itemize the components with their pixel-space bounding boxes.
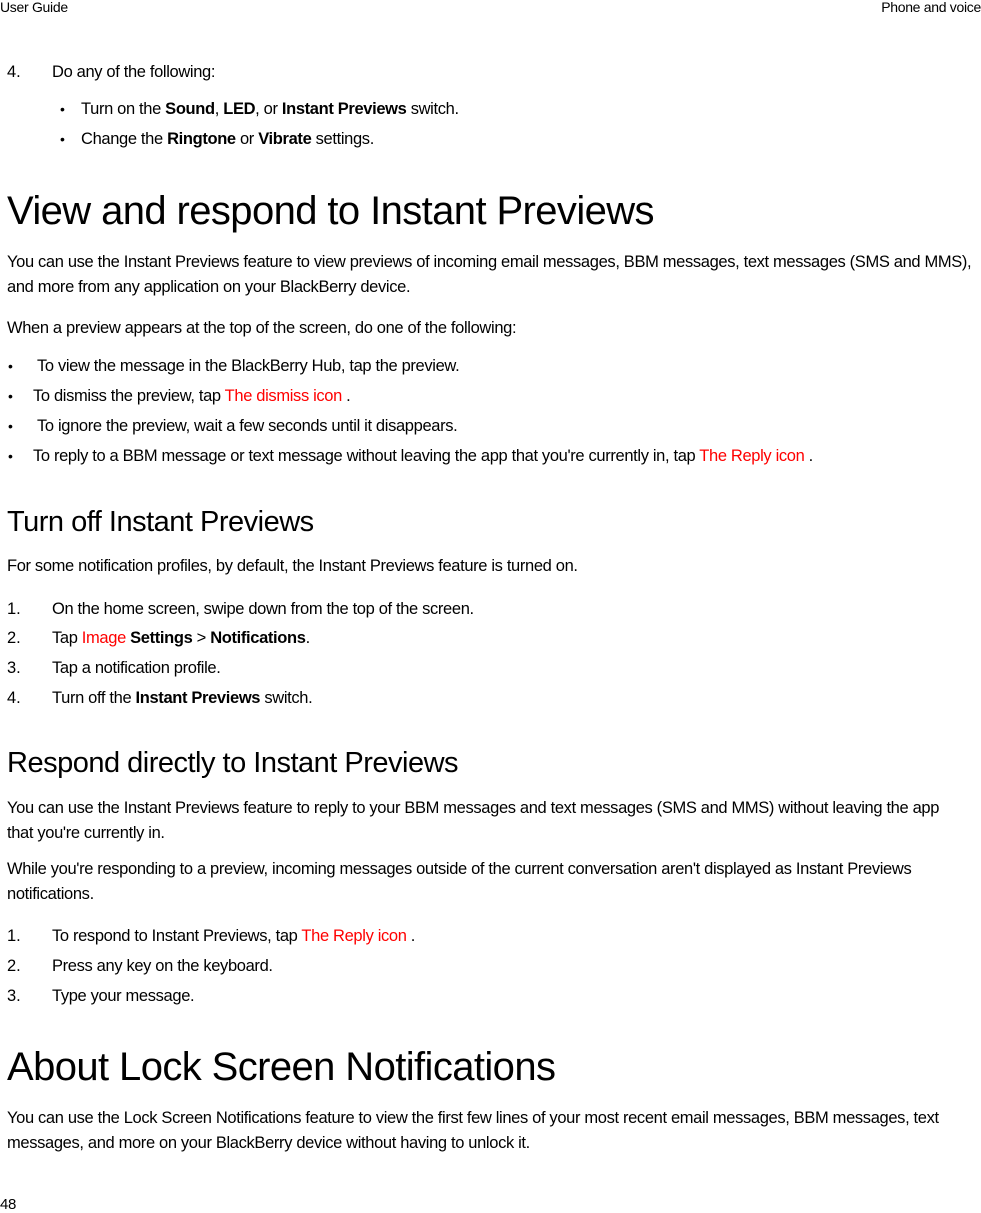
step-number: 3.: [7, 659, 21, 677]
text: Turn on the: [81, 100, 166, 118]
step-number: 2.: [7, 629, 21, 647]
text: To reply to a BBM message or text messag…: [33, 447, 700, 465]
step-text: Tap Image Settings > Notifications.: [52, 626, 310, 651]
step-text: Press any key on the keyboard.: [52, 957, 273, 975]
text: To respond to Instant Previews, tap: [52, 927, 302, 945]
text: Turn off the: [52, 689, 136, 707]
bullet-item: Change the Ringtone or Vibrate settings.: [81, 127, 374, 152]
text: or: [235, 130, 259, 148]
bullet-icon: •: [8, 388, 13, 404]
bold-term: Sound: [165, 100, 215, 118]
section-heading-lock-screen: About Lock Screen Notifications: [7, 1045, 556, 1089]
reply-icon[interactable]: The Reply icon: [699, 447, 805, 465]
header-section-title: Phone and voice: [881, 0, 981, 15]
section-heading-respond-directly: Respond directly to Instant Previews: [7, 747, 459, 779]
paragraph: When a preview appears at the top of the…: [7, 319, 517, 337]
step-number: 4.: [7, 63, 21, 81]
text: switch.: [406, 100, 459, 118]
bold-term: Settings: [130, 629, 193, 647]
bold-term: Notifications: [210, 629, 306, 647]
bullet-item: Turn on the Sound, LED, or Instant Previ…: [81, 97, 459, 122]
bold-term: LED: [223, 100, 256, 118]
paragraph: You can use the Lock Screen Notification…: [7, 1109, 939, 1152]
step-number: 4.: [7, 689, 21, 707]
bold-term: Instant Previews: [135, 689, 261, 707]
step-number: 1.: [7, 927, 21, 945]
bold-term: Instant Previews: [281, 100, 407, 118]
step-text: Do any of the following:: [52, 63, 216, 81]
text: .: [341, 387, 351, 405]
text: switch.: [260, 689, 313, 707]
paragraph: You can use the Instant Previews feature…: [7, 799, 940, 842]
step-text: Tap a notification profile.: [52, 659, 221, 677]
page-number: 48: [0, 1196, 17, 1213]
paragraph: You can use the Instant Previews feature…: [7, 253, 972, 296]
section-heading-view-respond: View and respond to Instant Previews: [7, 189, 655, 233]
text: .: [406, 927, 416, 945]
bullet-icon: •: [60, 131, 65, 147]
step-text: On the home screen, swipe down from the …: [52, 600, 474, 618]
text: settings.: [311, 130, 375, 148]
paragraph: For some notification profiles, by defau…: [7, 557, 578, 575]
text: Change the: [81, 130, 168, 148]
bold-term: Ringtone: [167, 130, 236, 148]
settings-image-icon[interactable]: Image: [82, 629, 126, 647]
text: >: [192, 629, 211, 647]
text: Tap: [52, 629, 82, 647]
text: To dismiss the preview, tap: [33, 387, 225, 405]
text: .: [804, 447, 814, 465]
bullet-icon: •: [60, 101, 65, 117]
step-number: 2.: [7, 957, 21, 975]
bullet-item: To dismiss the preview, tap The dismiss …: [33, 384, 351, 409]
bullet-item: To ignore the preview, wait a few second…: [37, 417, 458, 435]
dismiss-icon[interactable]: The dismiss icon: [225, 387, 343, 405]
header-guide-title: User Guide: [0, 0, 68, 15]
section-heading-turn-off: Turn off Instant Previews: [7, 506, 314, 538]
text: .: [305, 629, 311, 647]
bullet-icon: •: [8, 418, 13, 434]
text: , or: [255, 100, 282, 118]
text: ,: [214, 100, 224, 118]
step-number: 3.: [7, 987, 21, 1005]
bullet-item: To reply to a BBM message or text messag…: [33, 444, 813, 469]
bullet-item: To view the message in the BlackBerry Hu…: [37, 357, 460, 375]
bold-term: Vibrate: [258, 130, 312, 148]
step-text: To respond to Instant Previews, tap The …: [52, 924, 415, 949]
paragraph: While you're responding to a preview, in…: [7, 860, 912, 903]
step-text: Type your message.: [52, 987, 195, 1005]
step-number: 1.: [7, 600, 21, 618]
bullet-icon: •: [8, 358, 13, 374]
bullet-icon: •: [8, 448, 13, 464]
step-text: Turn off the Instant Previews switch.: [52, 686, 313, 711]
reply-icon[interactable]: The Reply icon: [301, 927, 407, 945]
